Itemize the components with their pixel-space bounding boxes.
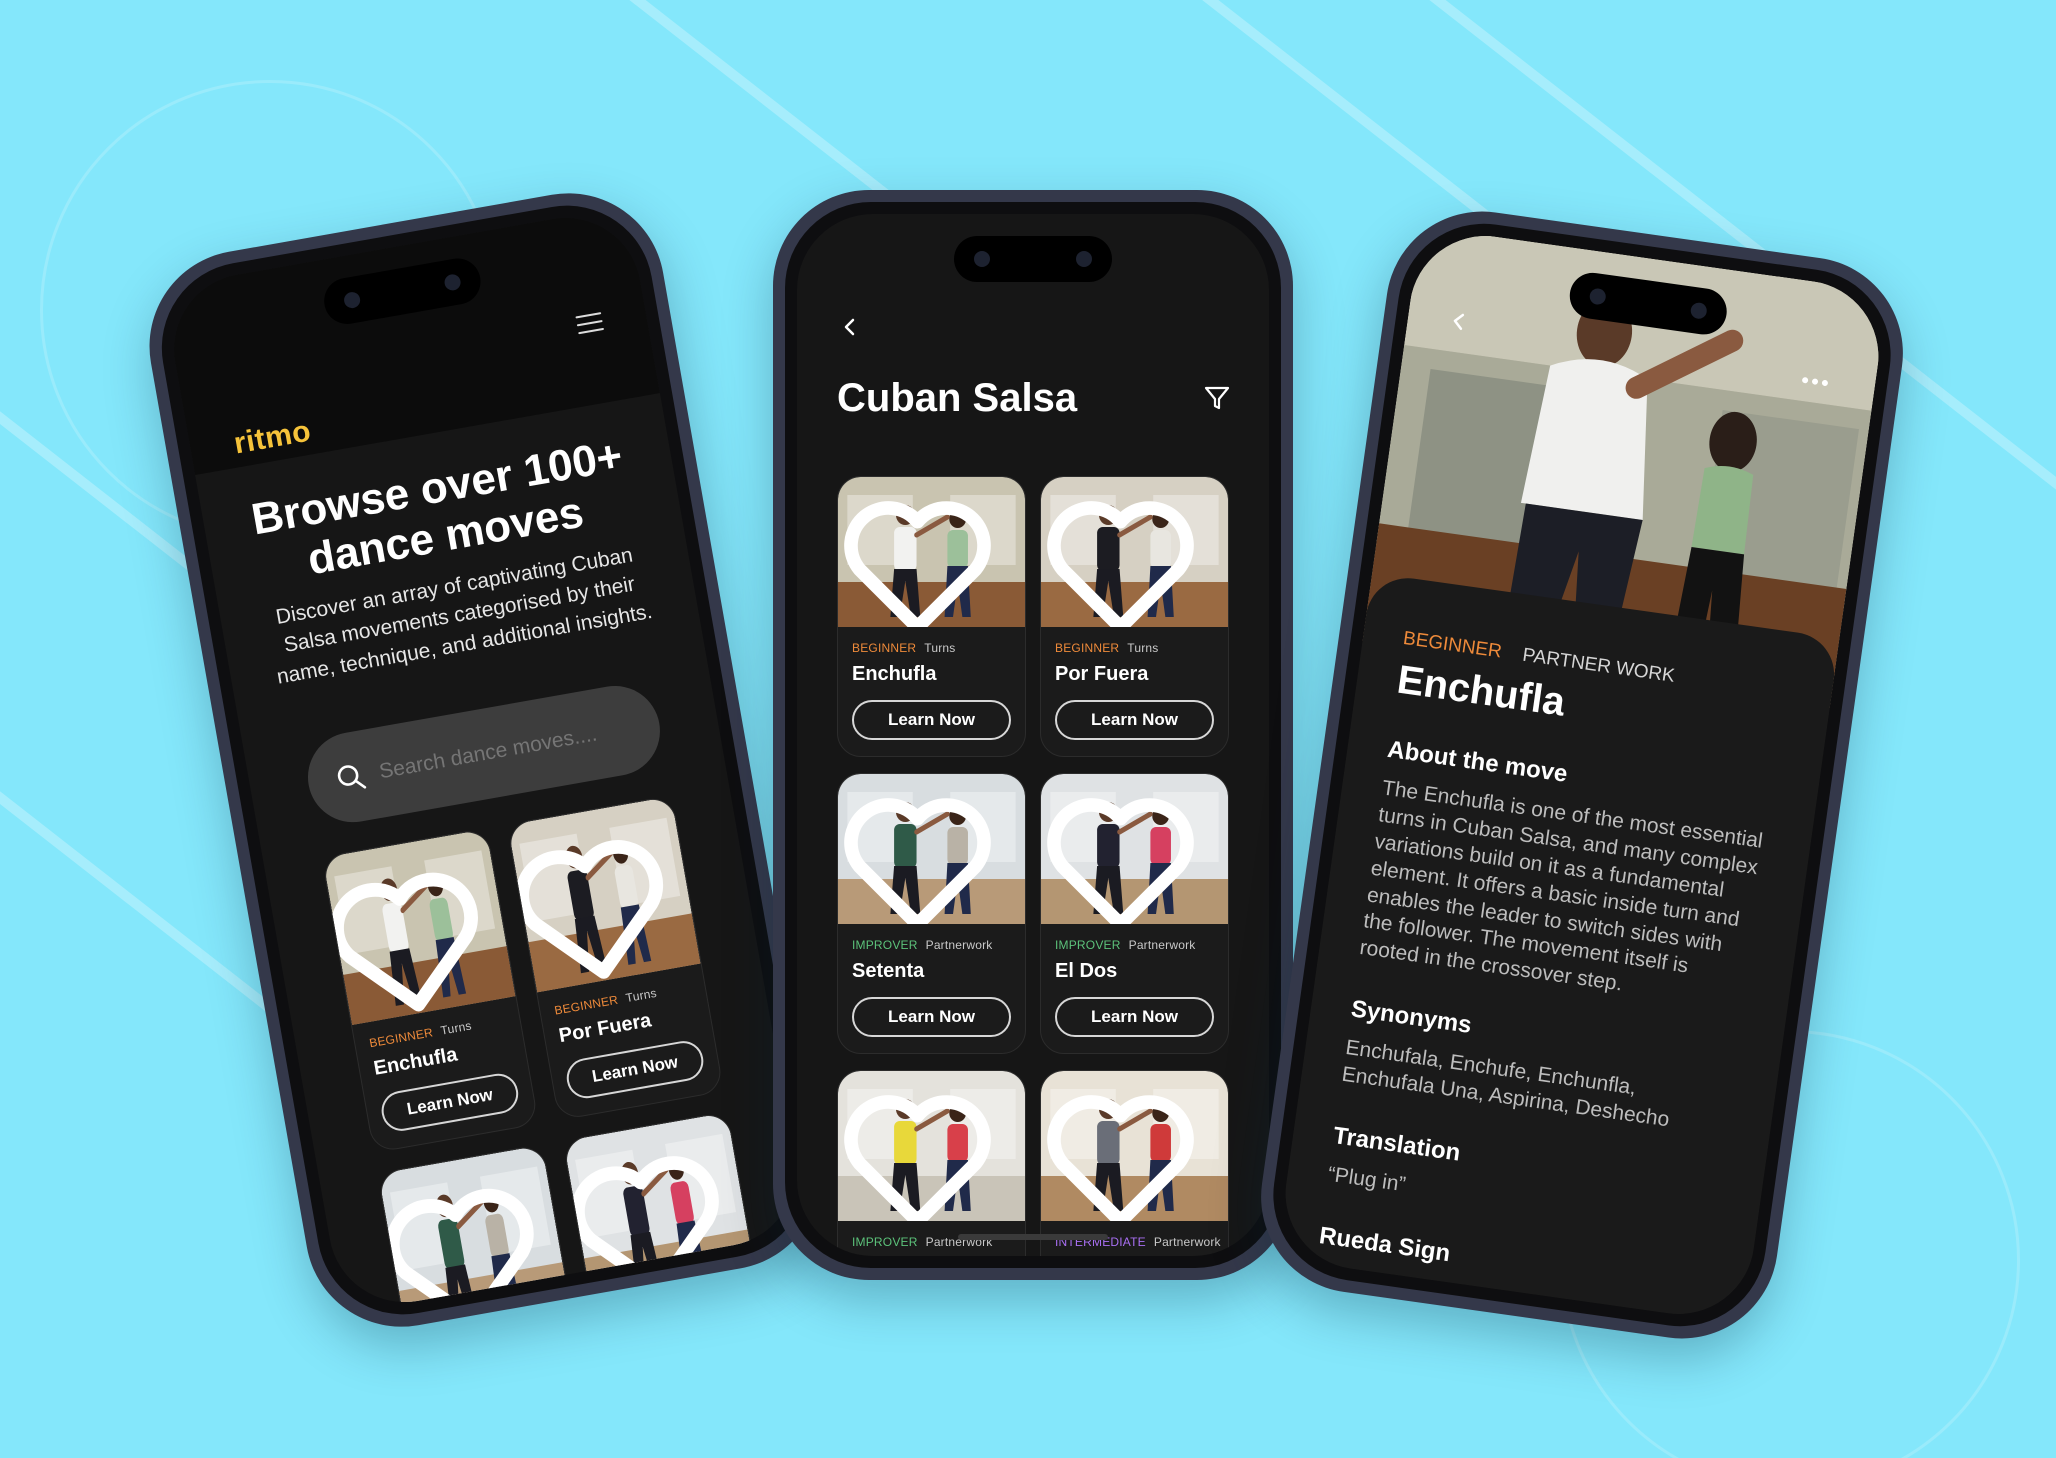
- heart-icon[interactable]: [838, 491, 1011, 627]
- category-label: Partnerwork: [925, 938, 993, 952]
- phone-home-screen: ritmo Browse over 100+ dance moves Disco…: [134, 178, 836, 1342]
- section-text-about: The Enchufla is one of the most essentia…: [1358, 776, 1765, 996]
- category-label: Partnerwork: [1128, 938, 1196, 952]
- category-label: Partnerwork: [1153, 1235, 1221, 1249]
- list-screen: Cuban Salsa BEGINNER Turns Enchufla Learn N…: [797, 214, 1269, 1256]
- learn-now-button[interactable]: Learn Now: [563, 1037, 707, 1102]
- home-indicator: [958, 1234, 1108, 1240]
- move-card[interactable]: IMPROVER Partnerwork El Dos Learn Now: [1040, 773, 1229, 1054]
- card-title: El Dos: [1055, 960, 1118, 982]
- card-tags: BEGINNER Turns: [852, 641, 1011, 655]
- card-body: BEGINNER Turns Por Fuera Learn Now: [1041, 627, 1228, 756]
- heart-icon[interactable]: [838, 788, 1011, 924]
- move-card[interactable]: BEGINNER Turns Por Fuera Learn Now: [1040, 476, 1229, 757]
- background-stripe: [613, 0, 904, 210]
- move-thumbnail[interactable]: [1041, 477, 1228, 627]
- heart-icon[interactable]: [1041, 1085, 1214, 1221]
- chevron-left-icon[interactable]: [841, 318, 859, 336]
- heart-icon[interactable]: [1041, 491, 1214, 627]
- move-thumbnail[interactable]: [507, 796, 701, 993]
- section-heading-rueda-sign: Rueda Sign: [1317, 1221, 1453, 1267]
- move-card[interactable]: IMPROVER PartnerworkSetenta Learn Now: [837, 773, 1026, 1054]
- card-body: IMPROVER PartnerworkSetenta Learn Now: [838, 924, 1025, 1053]
- card-body: IMPROVER Partnerwork El Dos Learn Now: [1041, 924, 1228, 1053]
- card-tags: IMPROVER Partnerwork: [852, 938, 1011, 952]
- move-thumbnail[interactable]: [1041, 1071, 1228, 1221]
- card-tags: IMPROVER Partnerwork: [1055, 938, 1214, 952]
- category-label: Partnerwork: [681, 1295, 750, 1315]
- move-thumbnail[interactable]: [1041, 774, 1228, 924]
- move-card[interactable]: BEGINNER Turns Enchufla Learn Now: [837, 476, 1026, 757]
- card-title: Por Fuera: [1055, 663, 1149, 685]
- phone-list-screen: Cuban Salsa BEGINNER Turns Enchufla Learn N…: [773, 190, 1293, 1280]
- level-badge: BEGINNER: [553, 992, 620, 1018]
- move-card[interactable]: BEGINNER Turns Por Fuera Learn Now: [506, 795, 725, 1121]
- level-badge: BEGINNER: [368, 1025, 434, 1051]
- card-body: IMPROVERPartnerworkSetentaLearn Now: [408, 1312, 594, 1314]
- level-badge: BEGINNER: [852, 641, 917, 655]
- move-thumbnail[interactable]: [838, 477, 1025, 627]
- learn-now-button[interactable]: Learn Now: [852, 997, 1011, 1037]
- detail-sheet: BEGINNER PARTNER WORK Enchufla About the…: [1275, 572, 1840, 1324]
- level-badge: BEGINNER: [1401, 627, 1504, 663]
- learn-now-button[interactable]: Learn Now: [852, 700, 1011, 740]
- level-badge: IMPROVER: [852, 1235, 918, 1249]
- move-card[interactable]: IMPROVERPartnerworkSetentaLearn Now: [377, 1143, 595, 1315]
- page-title: Cuban Salsa: [837, 376, 1078, 420]
- level-badge: IMPROVER: [852, 938, 918, 952]
- level-badge: IMPROVER: [1055, 938, 1121, 952]
- heart-icon[interactable]: [508, 812, 690, 992]
- card-tags: IMPROVER Partnerwork: [609, 1295, 750, 1315]
- filter-icon[interactable]: [1203, 384, 1231, 412]
- chevron-left-icon[interactable]: [1449, 311, 1469, 331]
- heart-icon[interactable]: [322, 845, 504, 1025]
- category-label: Turns: [924, 641, 956, 655]
- moves-grid: BEGINNER Turns Enchufla Learn Now BEGINNER T…: [321, 795, 780, 1315]
- move-thumbnail[interactable]: [838, 1071, 1025, 1221]
- learn-now-button[interactable]: Learn Now: [1055, 997, 1214, 1037]
- move-thumbnail[interactable]: [838, 774, 1025, 924]
- hamburger-menu-icon[interactable]: [575, 312, 605, 340]
- learn-now-button[interactable]: Learn Now: [378, 1070, 522, 1134]
- category-label: Turns: [439, 1018, 473, 1038]
- move-thumbnail[interactable]: [563, 1112, 757, 1309]
- move-card[interactable]: IMPROVERPartnerworkVacilalaLearn Now: [837, 1070, 1026, 1256]
- moves-grid: BEGINNER Turns Enchufla Learn Now BEGINNER T…: [837, 476, 1229, 1256]
- move-card[interactable]: IMPROVERPartnerworkEl DosLearn Now: [562, 1111, 780, 1315]
- card-body: BEGINNER Turns Enchufla Learn Now: [838, 627, 1025, 756]
- card-title: Enchufla: [852, 663, 937, 685]
- heart-icon[interactable]: [378, 1161, 560, 1315]
- card-body: IMPROVERPartnerworkEl DosLearn Now: [593, 1280, 779, 1315]
- move-thumbnail[interactable]: [322, 828, 516, 1026]
- search-input[interactable]: [377, 715, 638, 785]
- category-label: Turns: [1127, 641, 1159, 655]
- move-card[interactable]: INTERMEDIATEPartnerworkJuana La CubanaLe…: [1040, 1070, 1229, 1256]
- card-tags: BEGINNER Turns: [1055, 641, 1214, 655]
- search-icon: [337, 765, 367, 789]
- dynamic-island: [954, 236, 1112, 282]
- home-screen: ritmo Browse over 100+ dance moves Disco…: [162, 205, 808, 1315]
- heart-icon[interactable]: [563, 1129, 745, 1309]
- heart-icon[interactable]: [838, 1085, 1011, 1221]
- category-label: Turns: [624, 985, 658, 1006]
- move-thumbnail[interactable]: [378, 1145, 572, 1315]
- level-badge: BEGINNER: [1055, 641, 1120, 655]
- level-badge: IMPROVER: [609, 1309, 676, 1315]
- move-card[interactable]: BEGINNER Turns Enchufla Learn Now: [321, 827, 540, 1154]
- card-title: Setenta: [852, 960, 925, 982]
- heart-icon[interactable]: [1041, 788, 1214, 924]
- learn-now-button[interactable]: Learn Now: [1055, 700, 1214, 740]
